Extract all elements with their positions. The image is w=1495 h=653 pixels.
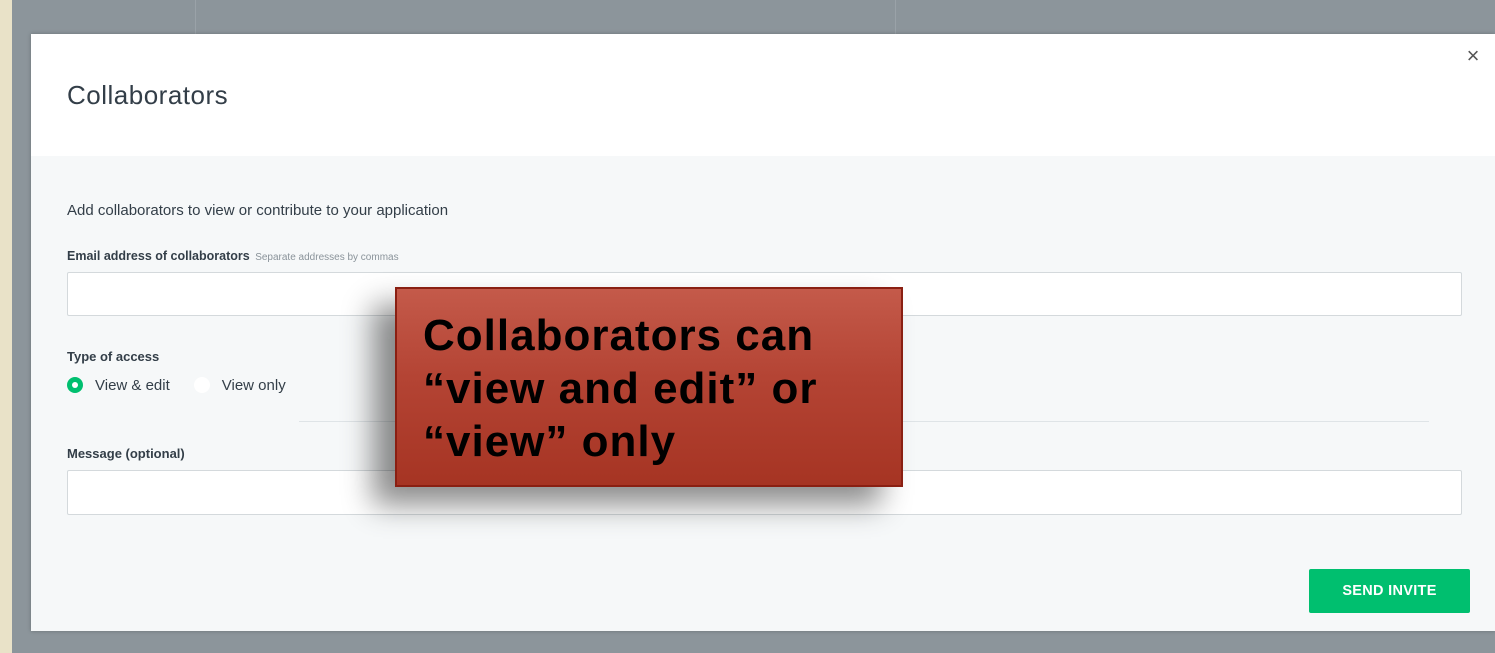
email-field-label: Email address of collaborators Separate … — [67, 249, 399, 263]
email-label-text: Email address of collaborators — [67, 249, 250, 263]
access-type-label: Type of access — [67, 349, 160, 364]
radio-view-edit[interactable]: View & edit — [67, 377, 170, 394]
email-hint: Separate addresses by commas — [255, 252, 399, 263]
annotation-callout: Collaborators can “view and edit” or “vi… — [395, 287, 903, 487]
callout-line: Collaborators can — [423, 311, 815, 360]
background-divider — [895, 0, 896, 34]
callout-line: “view and edit” or — [423, 364, 818, 413]
close-icon[interactable]: × — [1461, 44, 1485, 68]
page-background — [0, 0, 12, 653]
radio-checked-icon[interactable] — [67, 377, 83, 393]
background-divider — [195, 0, 196, 34]
modal-title: Collaborators — [67, 80, 229, 110]
modal-header: Collaborators — [31, 34, 1495, 156]
message-field-label: Message (optional) — [67, 446, 185, 461]
intro-text: Add collaborators to view or contribute … — [67, 202, 449, 219]
access-radio-group: View & edit View only — [67, 373, 286, 397]
radio-view-only[interactable]: View only — [193, 376, 286, 394]
callout-line: “view” only — [423, 417, 677, 466]
radio-unchecked-icon[interactable] — [193, 377, 210, 393]
send-invite-button[interactable]: SEND INVITE — [1309, 569, 1470, 613]
radio-label-view-edit: View & edit — [95, 376, 170, 394]
radio-label-view-only: View only — [221, 376, 286, 394]
